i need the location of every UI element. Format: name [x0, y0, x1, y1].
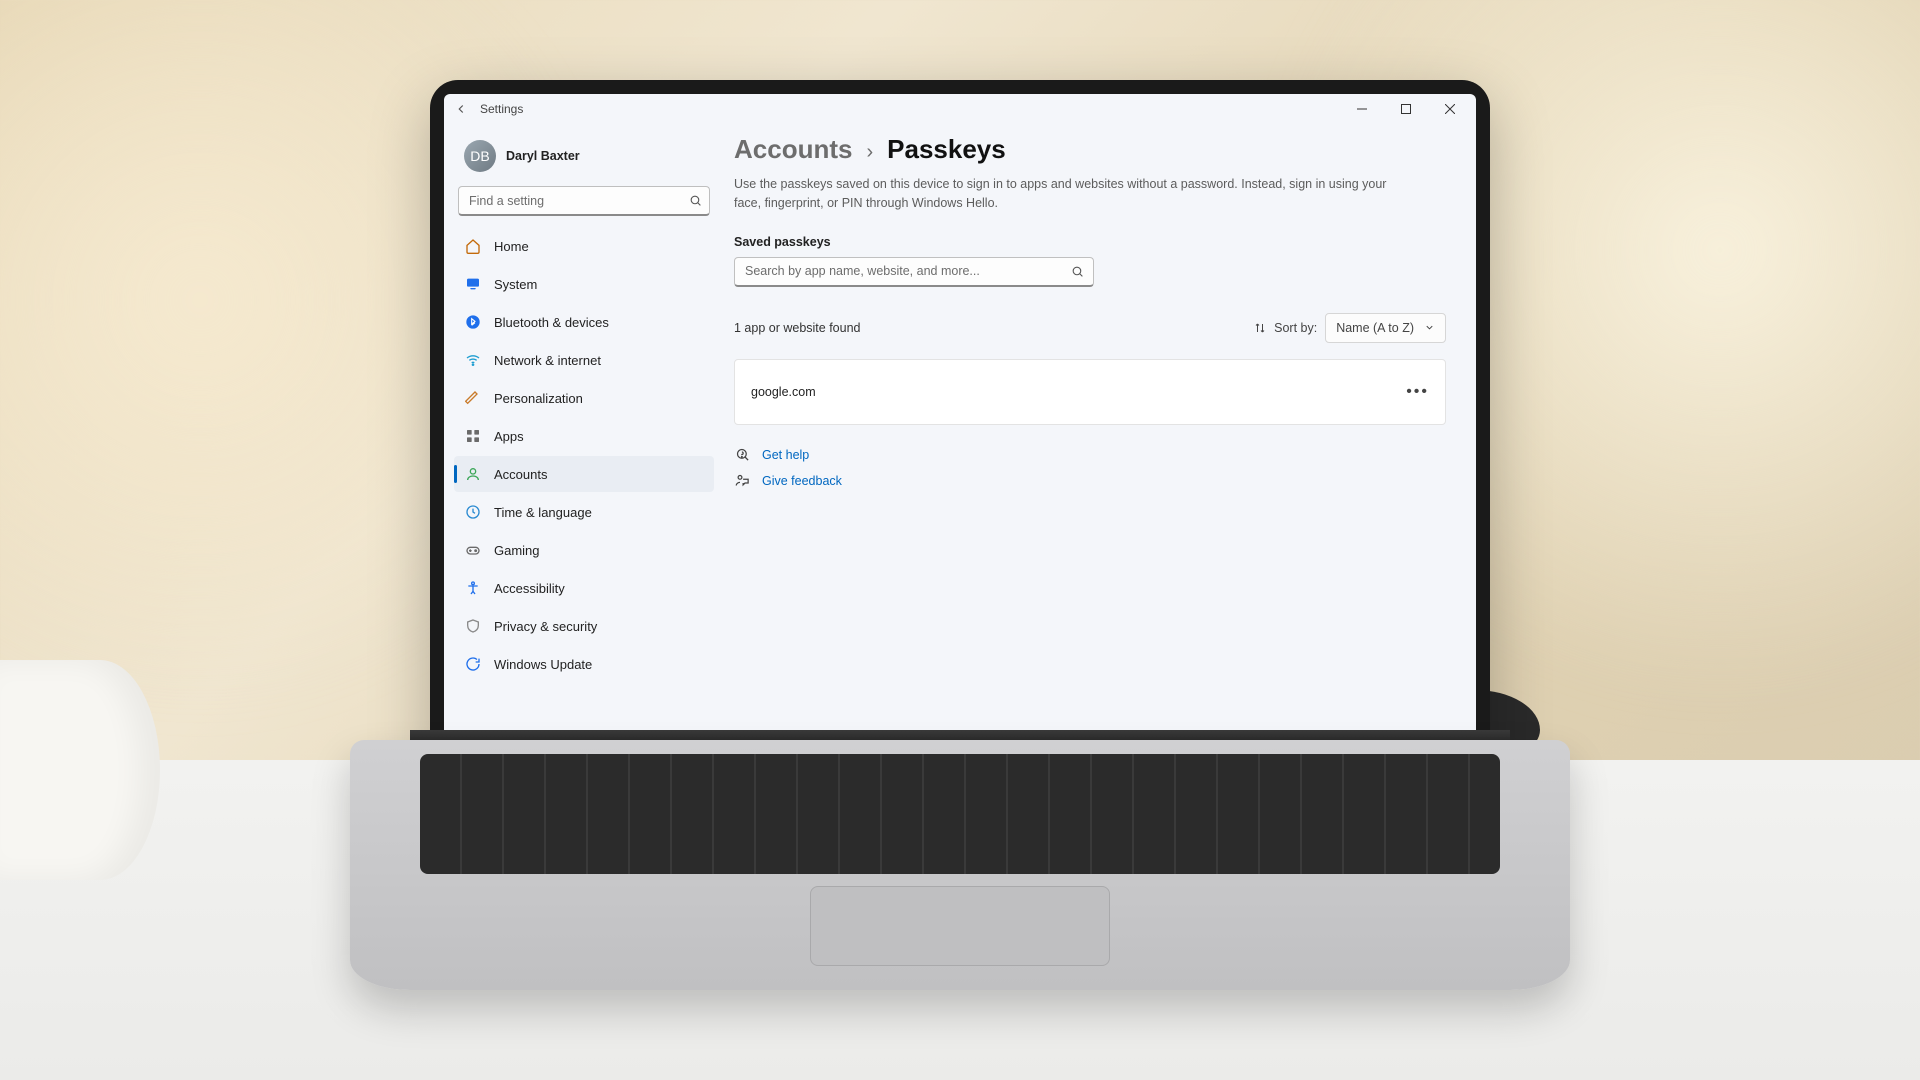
profile-name: Daryl Baxter [506, 149, 580, 163]
sidebar-item-label: Accessibility [494, 581, 565, 596]
sidebar-item-label: Accounts [494, 467, 547, 482]
sidebar-item-label: Home [494, 239, 529, 254]
laptop-base [350, 740, 1570, 990]
sidebar-item-label: Network & internet [494, 353, 601, 368]
paintbrush-icon [464, 389, 482, 407]
feedback-icon [734, 473, 750, 489]
sort-wrap: Sort by: Name (A to Z) [1254, 313, 1446, 343]
sidebar-item-privacy[interactable]: Privacy & security [454, 608, 714, 644]
sidebar-item-bluetooth[interactable]: Bluetooth & devices [454, 304, 714, 340]
sidebar: DB Daryl Baxter [444, 124, 724, 766]
home-icon [464, 237, 482, 255]
system-icon [464, 275, 482, 293]
sort-label: Sort by: [1274, 321, 1317, 335]
sidebar-item-apps[interactable]: Apps [454, 418, 714, 454]
sidebar-item-network[interactable]: Network & internet [454, 342, 714, 378]
settings-search-wrap [452, 186, 716, 228]
get-help-link[interactable]: Get help [762, 448, 809, 462]
found-count: 1 app or website found [734, 321, 860, 335]
more-options-button[interactable]: ••• [1406, 383, 1429, 401]
sidebar-item-accounts[interactable]: Accounts [454, 456, 714, 492]
search-icon [689, 194, 702, 207]
minimize-button[interactable] [1340, 94, 1384, 124]
sidebar-item-time[interactable]: Time & language [454, 494, 714, 530]
chevron-right-icon: › [866, 141, 873, 164]
get-help-row: Get help [734, 447, 1446, 463]
sidebar-item-system[interactable]: System [454, 266, 714, 302]
sidebar-item-label: Personalization [494, 391, 583, 406]
back-button[interactable] [454, 102, 468, 116]
mug-prop [0, 660, 160, 880]
maximize-button[interactable] [1384, 94, 1428, 124]
trackpad [810, 886, 1110, 966]
accounts-icon [464, 465, 482, 483]
bluetooth-icon [464, 313, 482, 331]
sidebar-item-gaming[interactable]: Gaming [454, 532, 714, 568]
sidebar-item-label: Bluetooth & devices [494, 315, 609, 330]
sidebar-item-accessibility[interactable]: Accessibility [454, 570, 714, 606]
wifi-icon [464, 351, 482, 369]
breadcrumb-parent[interactable]: Accounts [734, 134, 852, 165]
page-title: Passkeys [887, 134, 1006, 165]
shield-icon [464, 617, 482, 635]
titlebar-left: Settings [454, 102, 523, 116]
found-row: 1 app or website found Sort by: Name (A … [734, 313, 1446, 343]
settings-window: Settings DB [444, 94, 1476, 766]
sidebar-item-label: Privacy & security [494, 619, 597, 634]
sidebar-item-label: Time & language [494, 505, 592, 520]
help-icon [734, 447, 750, 463]
sidebar-item-label: Windows Update [494, 657, 592, 672]
search-icon [1071, 265, 1084, 278]
settings-search-input[interactable] [458, 186, 710, 216]
content-area: Accounts › Passkeys Use the passkeys sav… [724, 124, 1476, 766]
sidebar-item-update[interactable]: Windows Update [454, 646, 714, 682]
passkeys-search-input[interactable] [734, 257, 1094, 287]
sidebar-nav: Home System Bluetooth & de [452, 228, 716, 682]
accessibility-icon [464, 579, 482, 597]
passkey-entry-site: google.com [751, 385, 816, 399]
sidebar-item-label: System [494, 277, 537, 292]
keyboard [420, 754, 1500, 874]
sidebar-item-personalization[interactable]: Personalization [454, 380, 714, 416]
window-body: DB Daryl Baxter [444, 124, 1476, 766]
apps-icon [464, 427, 482, 445]
avatar: DB [464, 140, 496, 172]
sidebar-item-label: Apps [494, 429, 524, 444]
page-description: Use the passkeys saved on this device to… [734, 175, 1414, 213]
sort-value: Name (A to Z) [1336, 321, 1414, 335]
saved-passkeys-heading: Saved passkeys [734, 235, 1446, 249]
passkeys-search-wrap [734, 257, 1094, 287]
app-title: Settings [480, 102, 523, 116]
window-caption-buttons [1340, 94, 1472, 124]
breadcrumb: Accounts › Passkeys [734, 128, 1446, 175]
help-links: Get help Give feedback [734, 447, 1446, 489]
laptop-lid: Settings DB [430, 80, 1490, 780]
give-feedback-row: Give feedback [734, 473, 1446, 489]
profile-block[interactable]: DB Daryl Baxter [452, 132, 716, 186]
sort-dropdown[interactable]: Name (A to Z) [1325, 313, 1446, 343]
update-icon [464, 655, 482, 673]
give-feedback-link[interactable]: Give feedback [762, 474, 842, 488]
clock-icon [464, 503, 482, 521]
sidebar-item-home[interactable]: Home [454, 228, 714, 264]
close-button[interactable] [1428, 94, 1472, 124]
laptop: Settings DB [350, 80, 1570, 1000]
titlebar: Settings [444, 94, 1476, 124]
chevron-down-icon [1424, 322, 1435, 333]
passkey-entry[interactable]: google.com ••• [734, 359, 1446, 425]
gaming-icon [464, 541, 482, 559]
sort-icon [1254, 322, 1266, 334]
sidebar-item-label: Gaming [494, 543, 540, 558]
